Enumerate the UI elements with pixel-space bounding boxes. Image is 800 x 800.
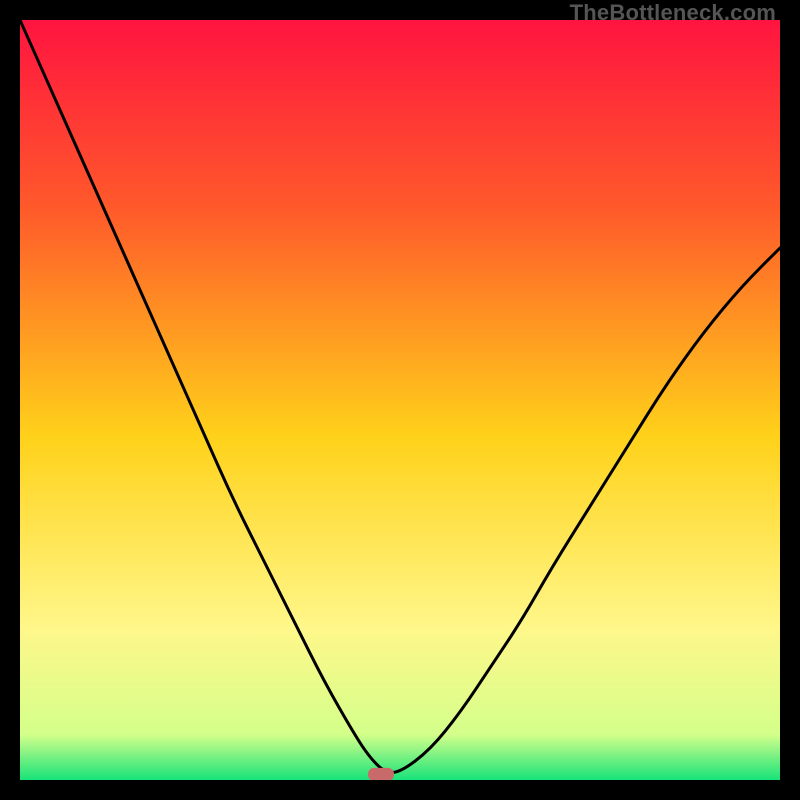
optimum-marker xyxy=(368,768,394,780)
plot-area xyxy=(20,20,780,780)
watermark-text: TheBottleneck.com xyxy=(570,0,776,26)
chart-frame: TheBottleneck.com xyxy=(0,0,800,800)
chart-svg xyxy=(20,20,780,780)
gradient-background xyxy=(20,20,780,780)
